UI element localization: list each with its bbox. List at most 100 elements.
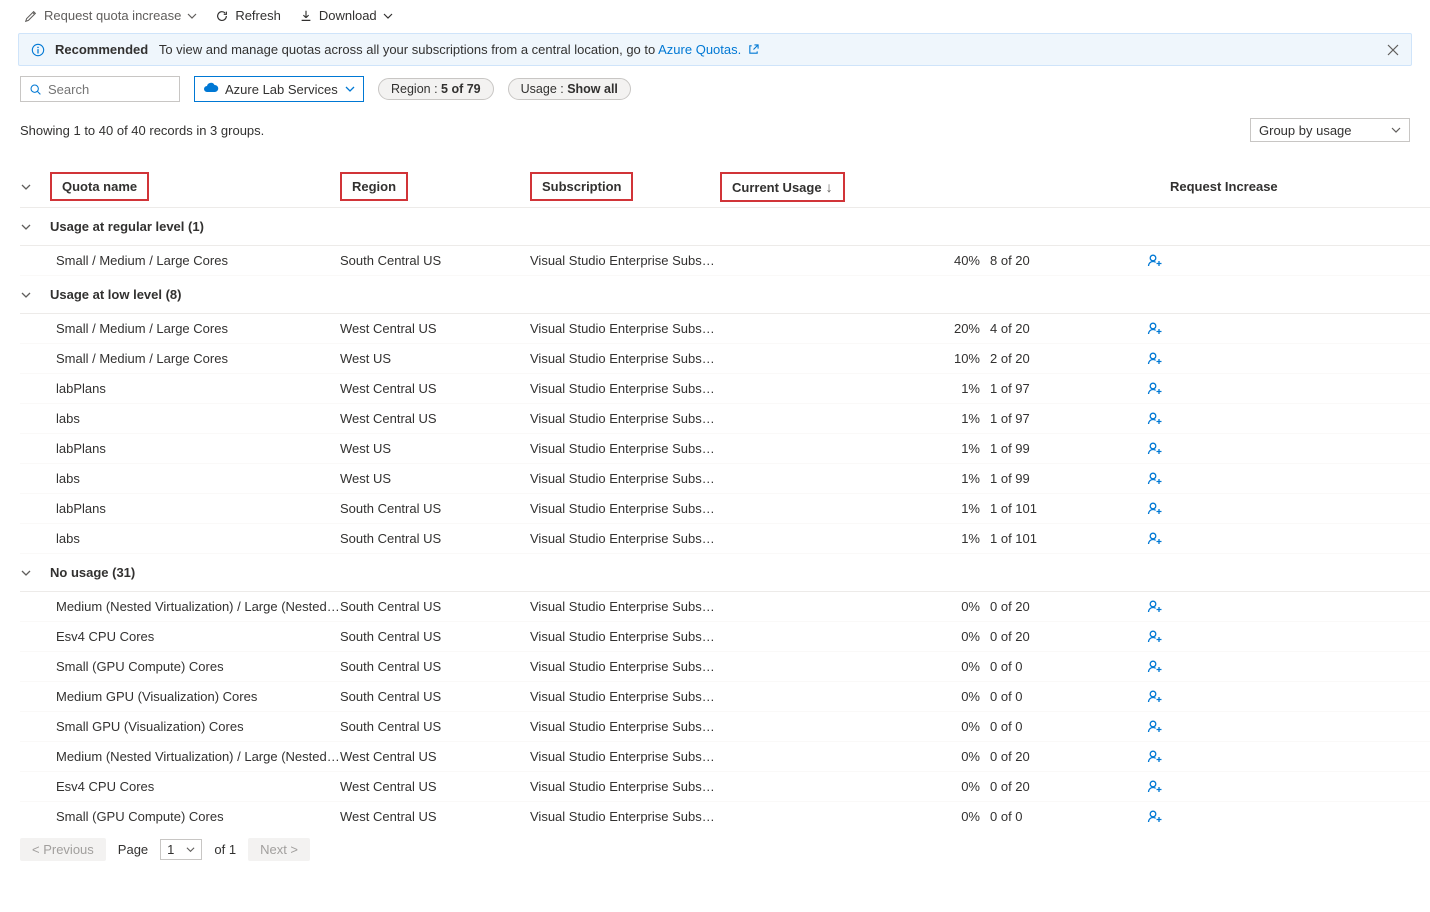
request-increase-button[interactable] xyxy=(1147,689,1163,705)
cell-subscription: Visual Studio Enterprise Subscri... xyxy=(530,779,720,794)
cell-count: 1 of 101 xyxy=(990,501,1090,516)
next-button[interactable]: Next > xyxy=(248,838,310,861)
request-increase-button[interactable] xyxy=(1147,749,1163,765)
table-row: Small (GPU Compute) CoresSouth Central U… xyxy=(20,652,1430,682)
table-body[interactable]: Usage at regular level (1) Small / Medium… xyxy=(20,208,1430,828)
request-increase-button[interactable] xyxy=(1147,351,1163,367)
sort-descending-icon: ↓ xyxy=(826,179,833,195)
cell-quota: Small (GPU Compute) Cores xyxy=(50,659,340,674)
cell-count: 0 of 20 xyxy=(990,779,1090,794)
cell-count: 0 of 0 xyxy=(990,809,1090,824)
group-title: Usage at regular level (1) xyxy=(50,219,1430,234)
request-quota-button[interactable]: Request quota increase xyxy=(24,8,197,23)
group-header[interactable]: No usage (31) xyxy=(20,554,1430,592)
region-filter[interactable]: Region : 5 of 79 xyxy=(378,78,494,100)
request-increase-button[interactable] xyxy=(1147,501,1163,517)
cell-subscription: Visual Studio Enterprise Subscri... xyxy=(530,599,720,614)
cell-subscription: Visual Studio Enterprise Subscri... xyxy=(530,501,720,516)
request-increase-button[interactable] xyxy=(1147,809,1163,825)
chevron-down-icon xyxy=(345,84,355,94)
request-increase-button[interactable] xyxy=(1147,411,1163,427)
cell-count: 2 of 20 xyxy=(990,351,1090,366)
page-select[interactable]: 1 xyxy=(160,839,202,860)
cell-count: 8 of 20 xyxy=(990,253,1090,268)
info-icon xyxy=(31,43,45,57)
request-increase-button[interactable] xyxy=(1147,531,1163,547)
table-row: Small (GPU Compute) CoresWest Central US… xyxy=(20,802,1430,828)
group-header[interactable]: Usage at low level (8) xyxy=(20,276,1430,314)
col-usage[interactable]: Current Usage↓ xyxy=(720,172,845,202)
cell-pct: 0% xyxy=(940,779,990,794)
external-link-icon xyxy=(745,42,759,57)
group-by-select[interactable]: Group by usage xyxy=(1250,118,1410,142)
close-icon[interactable] xyxy=(1387,44,1399,56)
cell-region: South Central US xyxy=(340,253,530,268)
page-label: Page xyxy=(118,842,148,857)
cell-region: West Central US xyxy=(340,779,530,794)
chevron-down-icon xyxy=(20,289,50,301)
cell-pct: 20% xyxy=(940,321,990,336)
request-increase-button[interactable] xyxy=(1147,381,1163,397)
cell-pct: 40% xyxy=(940,253,990,268)
cell-pct: 1% xyxy=(940,381,990,396)
prev-button[interactable]: < Previous xyxy=(20,838,106,861)
cell-count: 1 of 97 xyxy=(990,411,1090,426)
col-region[interactable]: Region xyxy=(340,172,408,201)
col-subscription[interactable]: Subscription xyxy=(530,172,633,201)
cell-region: West Central US xyxy=(340,321,530,336)
chevron-down-icon xyxy=(383,11,393,21)
region-filter-value: 5 of 79 xyxy=(441,82,481,96)
expand-all-toggle[interactable] xyxy=(20,181,50,193)
cell-pct: 0% xyxy=(940,749,990,764)
chevron-down-icon xyxy=(187,11,197,21)
table-row: labsWest USVisual Studio Enterprise Subs… xyxy=(20,464,1430,494)
cell-subscription: Visual Studio Enterprise Subscri... xyxy=(530,381,720,396)
cell-pct: 0% xyxy=(940,809,990,824)
usage-filter-value: Show all xyxy=(567,82,618,96)
cell-subscription: Visual Studio Enterprise Subscri... xyxy=(530,321,720,336)
request-increase-button[interactable] xyxy=(1147,719,1163,735)
request-increase-button[interactable] xyxy=(1147,471,1163,487)
table-row: Small / Medium / Large CoresWest USVisua… xyxy=(20,344,1430,374)
request-increase-button[interactable] xyxy=(1147,599,1163,615)
provider-select[interactable]: Azure Lab Services xyxy=(194,76,364,102)
table-row: labsSouth Central USVisual Studio Enterp… xyxy=(20,524,1430,554)
request-increase-button[interactable] xyxy=(1147,441,1163,457)
col-quota[interactable]: Quota name xyxy=(50,172,149,201)
cell-subscription: Visual Studio Enterprise Subscri... xyxy=(530,749,720,764)
request-increase-button[interactable] xyxy=(1147,321,1163,337)
request-increase-button[interactable] xyxy=(1147,253,1163,269)
azure-quotas-link[interactable]: Azure Quotas. xyxy=(658,42,741,57)
cloud-icon xyxy=(203,82,219,96)
table-row: Small / Medium / Large CoresWest Central… xyxy=(20,314,1430,344)
cell-pct: 1% xyxy=(940,501,990,516)
cell-quota: labs xyxy=(50,531,340,546)
table-header: Quota name Region Subscription Current U… xyxy=(20,166,1430,208)
cell-count: 1 of 101 xyxy=(990,531,1090,546)
cell-count: 0 of 20 xyxy=(990,599,1090,614)
request-increase-button[interactable] xyxy=(1147,629,1163,645)
records-summary: Showing 1 to 40 of 40 records in 3 group… xyxy=(20,123,264,138)
provider-label: Azure Lab Services xyxy=(225,82,338,97)
request-quota-label: Request quota increase xyxy=(44,8,181,23)
search-input[interactable] xyxy=(20,76,180,102)
usage-filter[interactable]: Usage : Show all xyxy=(508,78,631,100)
cell-region: West Central US xyxy=(340,809,530,824)
request-increase-button[interactable] xyxy=(1147,779,1163,795)
search-field[interactable] xyxy=(48,82,171,97)
refresh-button[interactable]: Refresh xyxy=(215,8,281,23)
group-header[interactable]: Usage at regular level (1) xyxy=(20,208,1430,246)
cell-region: West US xyxy=(340,351,530,366)
download-icon xyxy=(299,9,313,23)
cell-subscription: Visual Studio Enterprise Subscri... xyxy=(530,471,720,486)
cell-count: 0 of 0 xyxy=(990,719,1090,734)
cell-subscription: Visual Studio Enterprise Subscri... xyxy=(530,411,720,426)
cell-pct: 0% xyxy=(940,599,990,614)
cell-region: South Central US xyxy=(340,531,530,546)
download-button[interactable]: Download xyxy=(299,8,393,23)
chevron-down-icon xyxy=(20,221,50,233)
cell-region: South Central US xyxy=(340,659,530,674)
cell-pct: 1% xyxy=(940,411,990,426)
col-request: Request Increase xyxy=(1170,179,1278,194)
request-increase-button[interactable] xyxy=(1147,659,1163,675)
